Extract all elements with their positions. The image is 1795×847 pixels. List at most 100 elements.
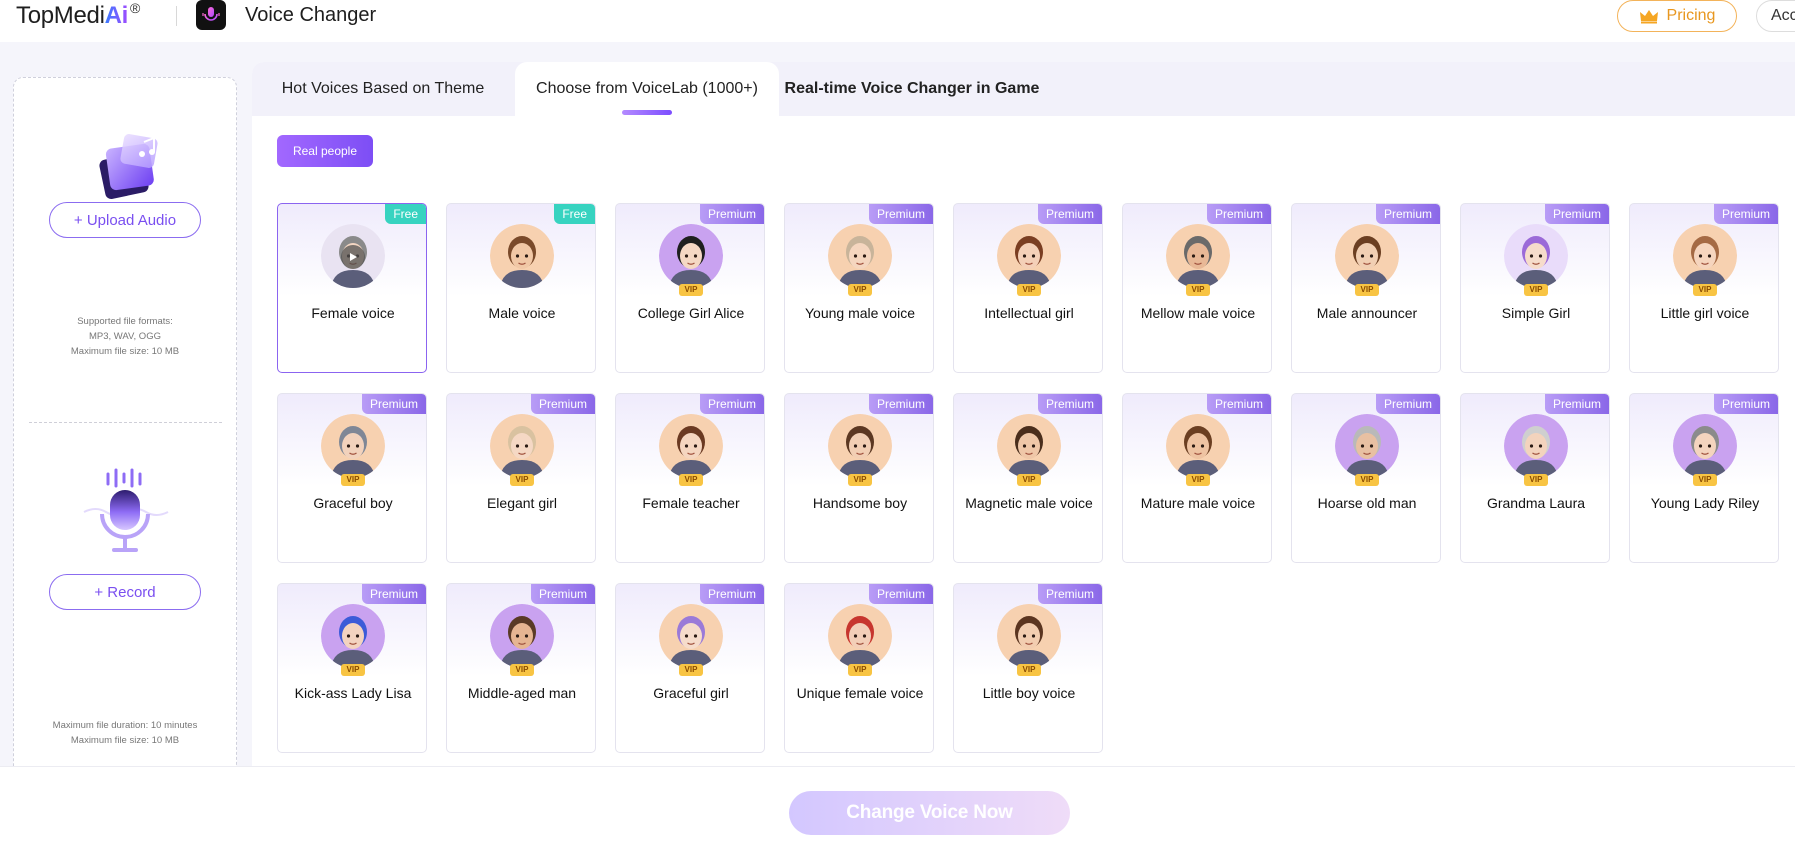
registered-mark: ® (130, 0, 141, 16)
premium-badge: Premium (868, 584, 933, 604)
voice-avatar (828, 224, 892, 288)
premium-badge: Premium (1037, 394, 1102, 414)
voice-card[interactable]: Premium VIP Simple Girl (1460, 203, 1610, 373)
vip-badge: VIP (1524, 284, 1548, 296)
voice-name: Hoarse old man (1317, 495, 1417, 511)
voice-avatar (490, 414, 554, 478)
voice-card[interactable]: Premium VIP Middle-aged man (446, 583, 596, 753)
supported-formats-note: Supported file formats: MP3, WAV, OGG Ma… (14, 314, 236, 359)
premium-badge: Premium (868, 204, 933, 224)
voice-card[interactable]: Free Male voice (446, 203, 596, 373)
vip-badge: VIP (848, 474, 872, 486)
record-button[interactable]: + Record (49, 574, 201, 610)
voice-name: Handsome boy (812, 495, 908, 511)
voice-card[interactable]: Premium VIP Little girl voice (1629, 203, 1779, 373)
formats-line-3: Maximum file size: 10 MB (70, 346, 180, 357)
footer-bar: Change Voice Now (0, 766, 1795, 847)
voice-avatar (1335, 414, 1399, 478)
voice-avatar (659, 604, 723, 668)
voice-card[interactable]: Premium VIP Young male voice (784, 203, 934, 373)
voice-card[interactable]: Premium VIP Graceful boy (277, 393, 427, 563)
voice-card[interactable]: Premium VIP Male announcer (1291, 203, 1441, 373)
pricing-button[interactable]: Pricing (1617, 0, 1737, 32)
vip-badge: VIP (1186, 284, 1210, 296)
voice-avatar (1335, 224, 1399, 288)
voice-card[interactable]: Premium VIP Little boy voice (953, 583, 1103, 753)
voice-avatar (997, 604, 1061, 668)
account-button[interactable]: Acc (1756, 0, 1795, 32)
voice-card[interactable]: Premium VIP Unique female voice (784, 583, 934, 753)
voice-grid: Free Female voice Free Male voice Premium VIP… (277, 203, 1795, 753)
voice-avatar (997, 414, 1061, 478)
premium-badge: Premium (361, 584, 426, 604)
vip-badge: VIP (1017, 474, 1041, 486)
premium-badge: Premium (361, 394, 426, 414)
premium-badge: Premium (699, 204, 764, 224)
voice-card[interactable]: Premium VIP Young Lady Riley (1629, 393, 1779, 563)
voice-name: Mellow male voice (1140, 305, 1256, 321)
vip-badge: VIP (1017, 664, 1041, 676)
voice-card[interactable]: Premium VIP Handsome boy (784, 393, 934, 563)
change-voice-now-button[interactable]: Change Voice Now (789, 791, 1070, 835)
brand-logo[interactable]: TopMedi Ai ® (16, 0, 140, 30)
premium-badge: Premium (1375, 394, 1440, 414)
voice-avatar (1673, 414, 1737, 478)
record-microphone-icon (76, 466, 176, 556)
filter-chip-real-people[interactable]: Real people (277, 135, 373, 167)
voice-tabs: Hot Voices Based on Theme Choose from Vo… (252, 62, 1795, 116)
upload-audio-icon (92, 128, 176, 208)
voice-name: Male voice (488, 305, 556, 321)
voice-name: College Girl Alice (637, 305, 745, 321)
premium-badge: Premium (1375, 204, 1440, 224)
vip-badge: VIP (1355, 284, 1379, 296)
voice-avatar (1166, 224, 1230, 288)
voice-card[interactable]: Premium VIP College Girl Alice (615, 203, 765, 373)
free-badge: Free (385, 204, 426, 224)
tab-hot-voices[interactable]: Hot Voices Based on Theme (252, 62, 514, 116)
voice-name: Graceful boy (313, 495, 393, 511)
record-note-2: Maximum file size: 10 MB (70, 735, 180, 746)
voice-card[interactable]: Premium VIP Kick-ass Lady Lisa (277, 583, 427, 753)
voice-name: Simple Girl (1501, 305, 1571, 321)
voice-avatar (321, 604, 385, 668)
voice-card[interactable]: Premium VIP Hoarse old man (1291, 393, 1441, 563)
vip-badge: VIP (510, 664, 534, 676)
voice-card[interactable]: Premium VIP Elegant girl (446, 393, 596, 563)
voice-card[interactable]: Premium VIP Grandma Laura (1460, 393, 1610, 563)
premium-badge: Premium (868, 394, 933, 414)
voice-avatar (828, 604, 892, 668)
microphone-app-icon (196, 0, 226, 30)
voice-card[interactable]: Premium VIP Female teacher (615, 393, 765, 563)
voice-avatar (997, 224, 1061, 288)
vip-badge: VIP (848, 664, 872, 676)
tab-realtime-game[interactable]: Real-time Voice Changer in Game (777, 62, 1047, 116)
premium-badge: Premium (530, 584, 595, 604)
voice-card[interactable]: Premium VIP Mellow male voice (1122, 203, 1272, 373)
premium-badge: Premium (1544, 394, 1609, 414)
voice-card[interactable]: Free Female voice (277, 203, 427, 373)
vip-badge: VIP (341, 474, 365, 486)
voice-avatar (659, 414, 723, 478)
voice-name: Little boy voice (982, 685, 1076, 701)
premium-badge: Premium (1206, 204, 1271, 224)
vip-badge: VIP (1017, 284, 1041, 296)
panel-divider (29, 422, 222, 423)
voice-avatar (828, 414, 892, 478)
vip-badge: VIP (1693, 284, 1717, 296)
pricing-label: Pricing (1666, 7, 1716, 24)
premium-badge: Premium (1206, 394, 1271, 414)
voice-avatar (490, 604, 554, 668)
premium-badge: Premium (1713, 204, 1778, 224)
play-preview-icon[interactable] (341, 245, 365, 269)
voice-card[interactable]: Premium VIP Magnetic male voice (953, 393, 1103, 563)
upload-audio-button[interactable]: + Upload Audio (49, 202, 201, 238)
vip-badge: VIP (510, 474, 534, 486)
voice-card[interactable]: Premium VIP Graceful girl (615, 583, 765, 753)
audio-source-panel: + Upload Audio Supported file formats: M… (13, 77, 237, 767)
free-badge: Free (554, 204, 595, 224)
voice-name: Middle-aged man (467, 685, 577, 701)
voice-card[interactable]: Premium VIP Mature male voice (1122, 393, 1272, 563)
voice-card[interactable]: Premium VIP Intellectual girl (953, 203, 1103, 373)
tab-voicelab[interactable]: Choose from VoiceLab (1000+) (515, 62, 779, 116)
vip-badge: VIP (679, 664, 703, 676)
